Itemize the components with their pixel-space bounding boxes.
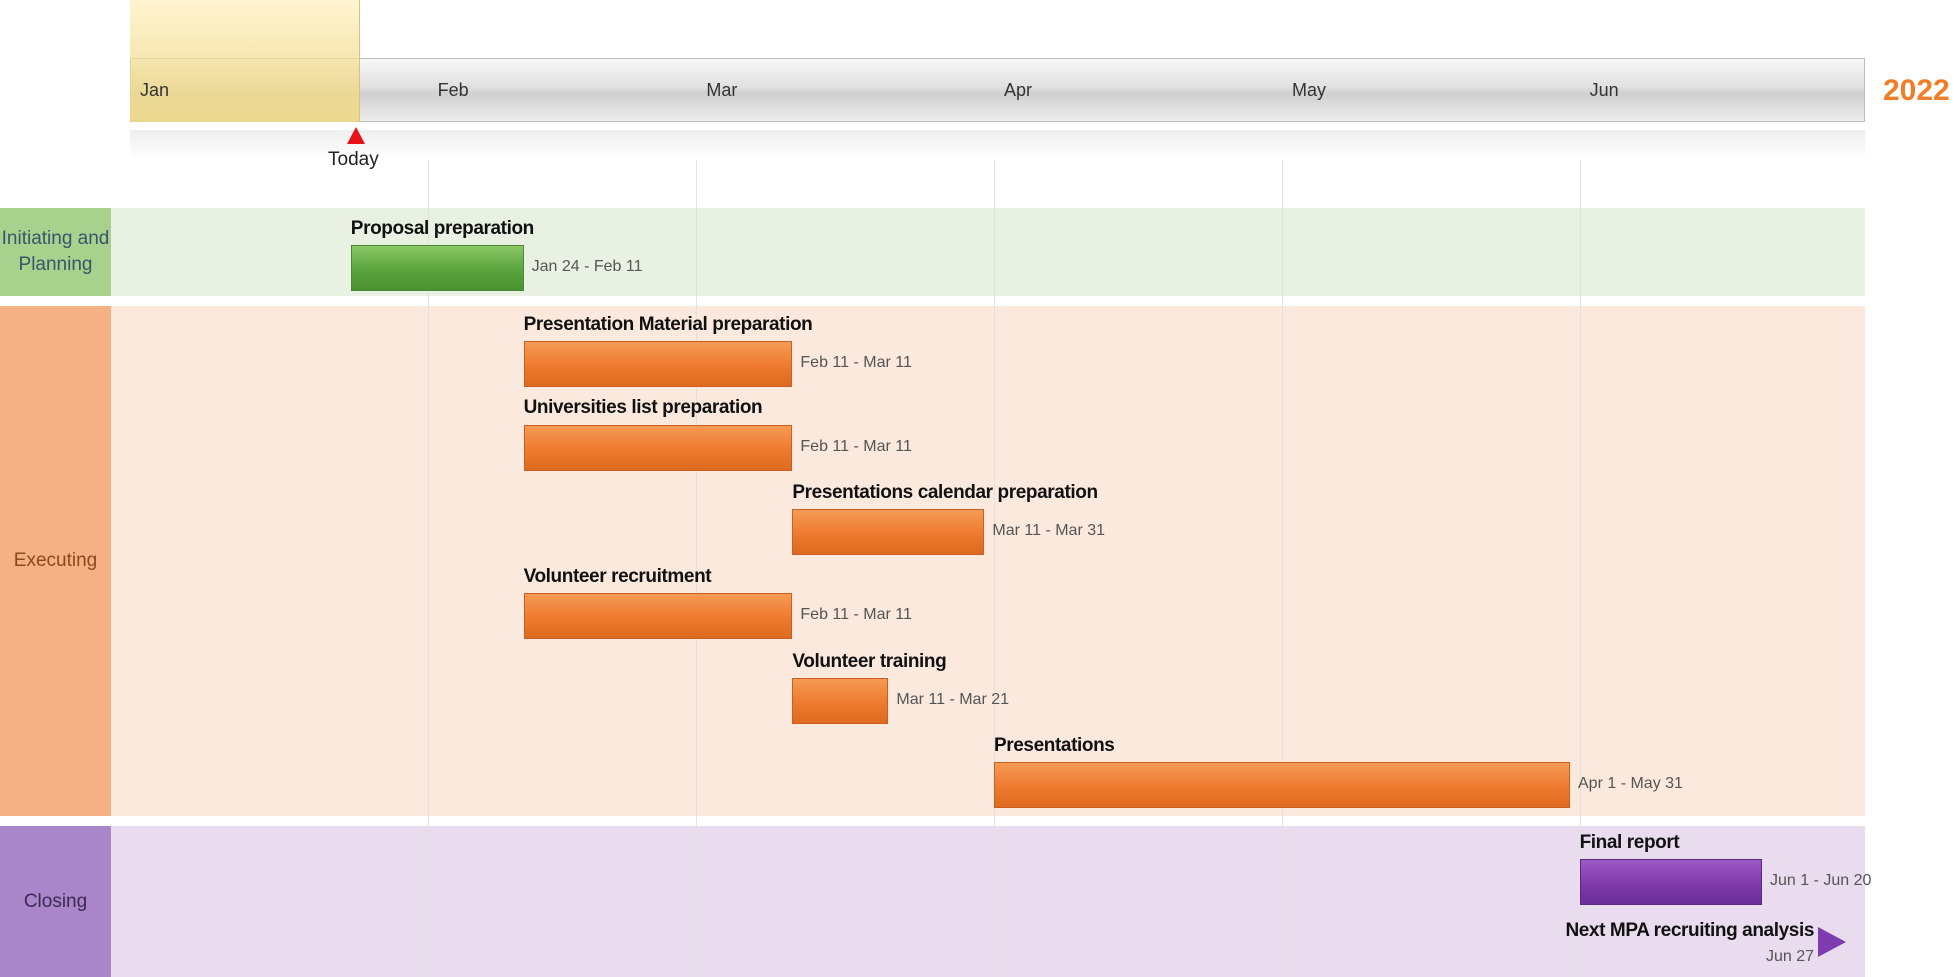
- task-bar[interactable]: [523, 593, 793, 639]
- month-gridline: [994, 130, 995, 977]
- month-label: Jun: [1589, 80, 1619, 100]
- task-bar[interactable]: [350, 245, 524, 291]
- task-bar[interactable]: [792, 509, 985, 555]
- task-dates: Jan 24 - Feb 11: [531, 258, 643, 275]
- month-label: Jan: [140, 80, 170, 100]
- month-label: May: [1292, 80, 1327, 100]
- current-month-highlight: [130, 0, 360, 122]
- month-gridline: [696, 130, 698, 977]
- task-dates: Feb 11 - Mar 11: [800, 354, 912, 371]
- task-name: Universities list preparation: [523, 397, 763, 418]
- gantt-chart: 2022 Today Jan Feb Mar Apr May Jun Initiating …: [0, 0, 1954, 977]
- month-label: Apr: [1004, 80, 1033, 100]
- phase-band: [0, 208, 1865, 296]
- year-label: 2022: [1883, 74, 1950, 107]
- task-dates: Feb 11 - Mar 11: [800, 438, 912, 455]
- today-label: Today: [328, 149, 379, 170]
- milestone-triangle-icon: [1818, 927, 1846, 957]
- task-dates: Apr 1 - May 31: [1578, 775, 1683, 792]
- task-name: Proposal preparation: [350, 218, 535, 239]
- task-name: Presentation Material preparation: [523, 314, 813, 335]
- task-name: Volunteer training: [792, 651, 947, 672]
- task-dates: Mar 11 - Mar 31: [992, 522, 1106, 539]
- phase-band: [0, 306, 1865, 816]
- milestone-name: Next MPA recruiting analysis: [1565, 920, 1814, 941]
- task-bar[interactable]: [994, 762, 1570, 808]
- task-bar[interactable]: [523, 425, 793, 471]
- task-name: Presentations: [994, 735, 1115, 756]
- task-dates: Feb 11 - Mar 11: [800, 606, 912, 623]
- task-dates: Mar 11 - Mar 21: [896, 691, 1010, 708]
- task-bar[interactable]: [792, 678, 889, 724]
- task-name: Volunteer recruitment: [523, 566, 712, 587]
- phase-label: Initiating and Planning: [0, 208, 111, 296]
- timescale-shadow: [130, 130, 1865, 160]
- task-bar[interactable]: [523, 341, 793, 387]
- month-label: Feb: [437, 80, 469, 100]
- phase-label: Executing: [0, 306, 111, 816]
- task-name: Final report: [1579, 832, 1680, 853]
- milestone-date: Jun 27: [1765, 948, 1814, 965]
- task-bar[interactable]: [1579, 859, 1762, 905]
- month-gridline: [1282, 130, 1283, 977]
- task-dates: Jun 1 - Jun 20: [1770, 872, 1872, 889]
- phase-label: Closing: [0, 826, 111, 977]
- today-marker-icon: [347, 127, 365, 144]
- task-name: Presentations calendar preparation: [792, 482, 1098, 503]
- month-label: Mar: [706, 80, 738, 100]
